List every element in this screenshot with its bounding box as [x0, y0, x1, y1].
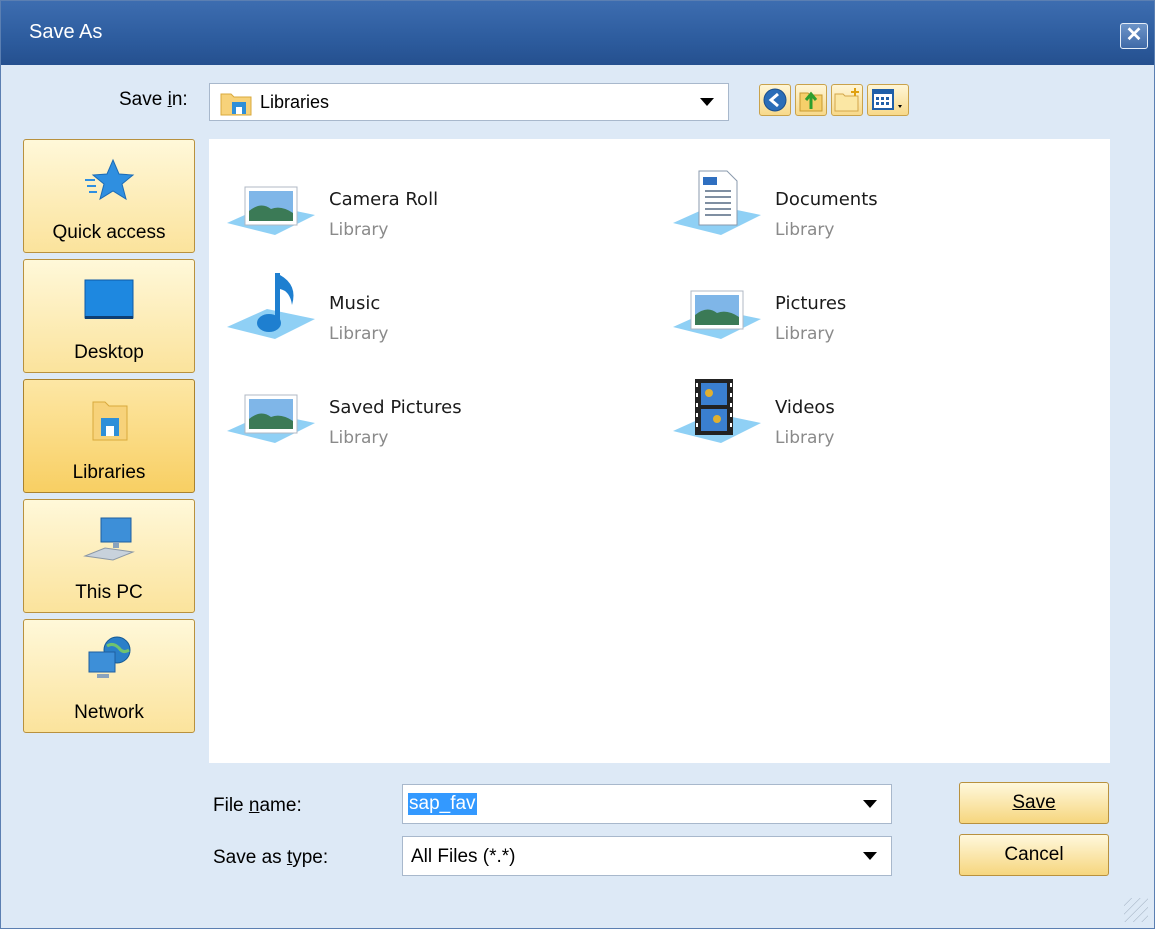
item-name: Documents — [775, 189, 878, 210]
save-in-label: Save in: — [119, 89, 188, 110]
pictures-library-icon — [227, 186, 315, 235]
close-button[interactable]: ✕ — [1120, 23, 1148, 49]
back-button[interactable] — [759, 84, 791, 116]
place-quick-access[interactable]: Quick access — [23, 139, 195, 253]
chevron-down-icon — [700, 98, 714, 106]
file-name-field[interactable]: sap_fav — [402, 784, 892, 824]
item-type: Library — [775, 428, 835, 448]
save-as-type-label: Save as type: — [213, 847, 329, 868]
file-name-label: File name: — [213, 795, 302, 816]
list-item-saved-pictures[interactable]: Saved Pictures Library — [209, 365, 609, 455]
desktop-icon — [84, 279, 134, 319]
up-folder-icon — [799, 91, 823, 112]
close-icon: ✕ — [1125, 24, 1143, 46]
item-type: Library — [775, 324, 835, 344]
item-type: Library — [329, 428, 389, 448]
place-label: Network — [74, 702, 144, 723]
chevron-down-icon[interactable] — [863, 800, 877, 808]
item-name: Videos — [775, 397, 835, 418]
list-item-documents[interactable]: Documents Library — [655, 157, 1055, 247]
documents-library-icon — [673, 170, 761, 235]
place-this-pc[interactable]: This PC — [23, 499, 195, 613]
item-name: Pictures — [775, 293, 847, 314]
pictures-library-icon — [673, 290, 761, 339]
item-name: Music — [329, 293, 381, 314]
star-icon — [85, 158, 135, 201]
list-item-camera-roll[interactable]: Camera Roll Library — [209, 157, 609, 247]
list-item-videos[interactable]: Videos Library — [655, 365, 1055, 455]
new-folder-button[interactable] — [831, 84, 863, 116]
file-name-value: sap_fav — [408, 793, 477, 815]
music-library-icon — [227, 273, 315, 339]
title-bar[interactable]: Save As ✕ — [1, 1, 1154, 65]
save-in-value: Libraries — [260, 92, 330, 112]
place-label: This PC — [75, 582, 143, 603]
save-as-dialog: Save As ✕ Save in: Libraries Quick acces… — [0, 0, 1155, 929]
save-in-dropdown[interactable]: Libraries — [209, 83, 729, 121]
save-as-type-value: All Files (*.*) — [411, 846, 516, 867]
view-menu-icon — [872, 89, 902, 110]
item-name: Saved Pictures — [329, 397, 462, 418]
back-icon — [763, 88, 787, 112]
save-as-type-dropdown[interactable]: All Files (*.*) — [402, 836, 892, 876]
item-type: Library — [775, 220, 835, 240]
up-folder-button[interactable] — [795, 84, 827, 116]
view-menu-button[interactable] — [867, 84, 909, 116]
list-item-pictures[interactable]: Pictures Library — [655, 261, 1055, 351]
item-type: Library — [329, 324, 389, 344]
chevron-down-icon — [863, 852, 877, 860]
dialog-title: Save As — [29, 21, 103, 43]
save-button-label: Save — [1012, 792, 1056, 813]
computer-icon — [83, 517, 135, 561]
cancel-button[interactable]: Cancel — [959, 834, 1109, 876]
item-type: Library — [329, 220, 389, 240]
libraries-icon — [220, 93, 252, 116]
place-label: Libraries — [72, 462, 146, 483]
new-folder-icon — [834, 88, 859, 112]
file-list-view[interactable]: Camera Roll Library Documents Library Mu… — [209, 139, 1110, 763]
place-libraries[interactable]: Libraries — [23, 379, 195, 493]
resize-grip[interactable] — [1124, 898, 1148, 922]
place-label: Desktop — [74, 342, 144, 363]
place-label: Quick access — [52, 222, 166, 243]
videos-library-icon — [673, 379, 761, 443]
place-network[interactable]: Network — [23, 619, 195, 733]
pictures-library-icon — [227, 394, 315, 443]
libraries-icon — [92, 401, 128, 441]
network-icon — [88, 636, 131, 678]
item-name: Camera Roll — [329, 189, 439, 210]
list-item-music[interactable]: Music Library — [209, 261, 609, 351]
save-button[interactable]: Save — [959, 782, 1109, 824]
place-desktop[interactable]: Desktop — [23, 259, 195, 373]
